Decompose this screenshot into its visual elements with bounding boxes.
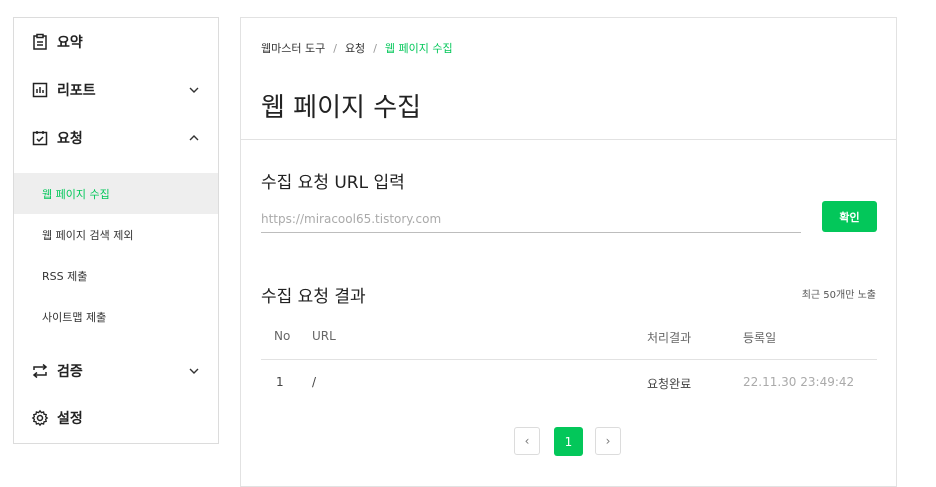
settings-icon: [31, 409, 49, 427]
summary-icon: [31, 33, 49, 51]
sidebar-subitem-label: 웹 페이지 검색 제외: [42, 228, 134, 242]
table-cell-status: 요청완료: [647, 377, 692, 391]
header-divider: [241, 139, 896, 140]
sidebar-label-settings: 설정: [57, 411, 83, 427]
url-input[interactable]: [261, 205, 801, 233]
sidebar-subitem-label: RSS 제출: [42, 269, 88, 283]
sidebar-label-report: 리포트: [57, 83, 96, 99]
pagination-prev-button[interactable]: ‹: [514, 427, 540, 455]
column-header-url: URL: [312, 329, 336, 343]
report-icon: [31, 81, 49, 99]
breadcrumb: 웹마스터 도구 / 요청 / 웹 페이지 수집: [261, 40, 453, 56]
table-cell-no: 1: [276, 375, 284, 389]
pagination-page-1[interactable]: 1: [554, 427, 583, 456]
main-panel: 웹마스터 도구 / 요청 / 웹 페이지 수집 웹 페이지 수집 수집 요청 URL 입…: [240, 17, 897, 487]
sidebar-subitem-label: 사이트맵 제출: [42, 310, 107, 324]
chevron-up-icon[interactable]: [188, 132, 200, 144]
sidebar-subitem-web-page-exclude[interactable]: 웹 페이지 검색 제외: [14, 214, 218, 255]
request-section-title: 수집 요청 URL 입력: [261, 173, 405, 193]
table-header-divider: [261, 359, 877, 360]
sidebar-item-summary[interactable]: 요약: [14, 18, 218, 66]
confirm-button[interactable]: 확인: [822, 201, 877, 232]
chevron-down-icon[interactable]: [188, 365, 200, 377]
sidebar-subitem-label: 웹 페이지 수집: [42, 187, 110, 201]
sidebar-label-verify: 검증: [57, 364, 83, 380]
breadcrumb-root[interactable]: 웹마스터 도구: [261, 42, 325, 55]
column-header-status: 처리결과: [647, 331, 692, 345]
sidebar: 요약 리포트 요청 웹 페이지 수집 웹 페이지 검색 제외 RSS 제출 사이…: [13, 17, 219, 444]
page-title: 웹 페이지 수집: [261, 93, 422, 123]
sidebar-item-request[interactable]: 요청: [14, 114, 218, 162]
sidebar-subitem-web-page-collect[interactable]: 웹 페이지 수집: [14, 173, 218, 214]
pagination-next-button[interactable]: ›: [595, 427, 621, 455]
sidebar-subitem-rss-submit[interactable]: RSS 제출: [14, 255, 218, 296]
breadcrumb-current: 웹 페이지 수집: [384, 42, 453, 55]
chevron-down-icon[interactable]: [188, 84, 200, 96]
verify-icon: [31, 362, 49, 380]
result-note: 최근 50개만 노출: [801, 290, 876, 301]
sidebar-label-request: 요청: [57, 131, 83, 147]
sidebar-item-settings[interactable]: 설정: [14, 394, 218, 442]
sidebar-item-report[interactable]: 리포트: [14, 66, 218, 114]
sidebar-item-verify[interactable]: 검증: [14, 347, 218, 395]
column-header-no: No: [274, 329, 291, 343]
sidebar-subitem-sitemap-submit[interactable]: 사이트맵 제출: [14, 296, 218, 337]
sidebar-label-summary: 요약: [57, 35, 83, 51]
request-icon: [31, 129, 49, 147]
breadcrumb-separator: /: [333, 42, 337, 55]
table-cell-url: /: [312, 375, 317, 389]
result-section-title: 수집 요청 결과: [261, 287, 366, 307]
breadcrumb-parent[interactable]: 요청: [345, 42, 365, 55]
breadcrumb-separator: /: [373, 42, 377, 55]
column-header-date: 등록일: [743, 331, 777, 345]
table-cell-date: 22.11.30 23:49:42: [743, 375, 855, 389]
